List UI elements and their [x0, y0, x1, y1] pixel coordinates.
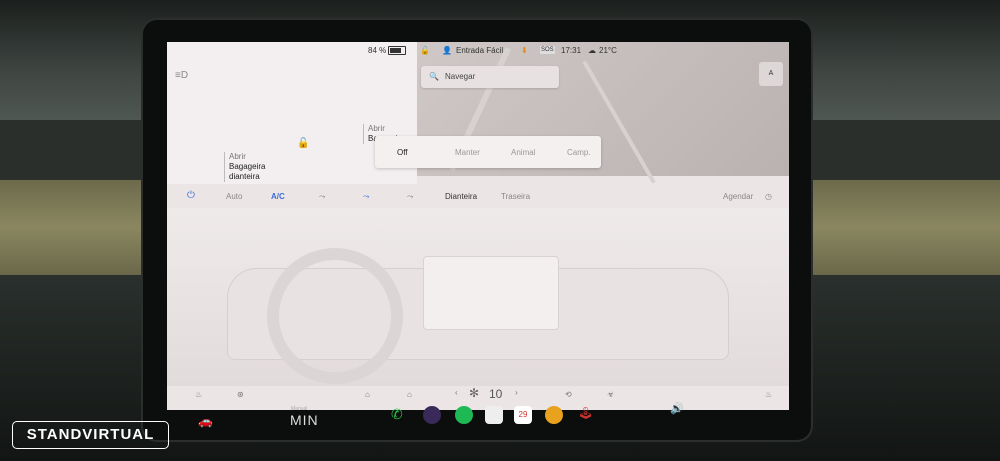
climate-keep-selector: Off Manter Animal Camp. — [375, 136, 601, 168]
power-icon[interactable]: ⏻ — [187, 190, 195, 201]
sos-icon[interactable]: SOS — [540, 46, 555, 54]
steering-heater-icon[interactable]: ⊛ — [237, 390, 244, 399]
temperature-min-display[interactable]: MIN — [290, 412, 319, 428]
download-icon[interactable]: ⬇ — [521, 46, 528, 55]
keep-off-button[interactable]: Off — [397, 148, 408, 157]
battery-percent: 84 % — [368, 46, 387, 55]
clock: 17:31 — [561, 46, 582, 55]
trunk-action: Abrir — [368, 124, 385, 133]
volume-icon[interactable]: 🔊 — [670, 402, 684, 415]
climate-bar: ⏻ Auto A/C ⤳ ⤳ ⤳ Dianteira Traseira Agen… — [167, 184, 789, 208]
bioweapon-mode-icon[interactable]: ☣ — [607, 390, 614, 399]
watermark-logo: STANDVIRTUAL — [12, 421, 169, 449]
clock-icon[interactable]: ◷ — [765, 192, 772, 201]
search-placeholder: Navegar — [445, 72, 476, 81]
airflow-feet-icon[interactable]: ⤳ — [363, 192, 369, 202]
trunk-action: Abrir — [229, 152, 246, 161]
spotify-icon[interactable] — [455, 406, 473, 424]
driver-profile[interactable]: Entrada Fácil — [456, 46, 503, 55]
fan-up-icon[interactable]: › — [515, 388, 518, 397]
fan-speed: 10 — [489, 387, 503, 401]
cabin-view — [167, 208, 789, 386]
seat-heater-right-icon[interactable]: ♨ — [765, 390, 772, 399]
joystick-icon[interactable]: 🕹 — [578, 406, 596, 424]
recirculate-icon[interactable]: ⟲ — [565, 390, 572, 399]
auto-button[interactable]: Auto — [226, 192, 242, 201]
battery-icon — [388, 46, 407, 56]
battery-status: 84 % — [368, 46, 407, 56]
lock-icon[interactable]: 🔓 — [297, 138, 309, 149]
camera-icon[interactable] — [423, 406, 441, 424]
camp-mode-button[interactable]: Camp. — [567, 148, 591, 157]
rear-tab[interactable]: Traseira — [501, 192, 530, 201]
airflow-face-icon[interactable]: ⤳ — [319, 192, 325, 202]
trunk-label: Bagageira — [229, 162, 266, 171]
rear-defrost-icon[interactable]: ⌂ — [365, 390, 370, 399]
steering-wheel-illustration — [267, 248, 403, 384]
search-icon: 🔍 — [429, 72, 439, 81]
dog-mode-button[interactable]: Animal — [511, 148, 535, 157]
seat-heater-left-icon[interactable]: ♨ — [195, 390, 202, 399]
front-trunk-button[interactable]: Abrir Bagageira dianteira — [224, 152, 265, 182]
airflow-defrost-icon[interactable]: ⤳ — [407, 192, 413, 202]
compass-button[interactable]: A — [759, 62, 783, 86]
fan-icon: ✻ — [469, 386, 480, 400]
weather-icon: ☁ — [588, 46, 596, 55]
compass-label: A — [768, 70, 774, 77]
lock-status-icon[interactable]: 🔓 — [420, 46, 430, 55]
schedule-button[interactable]: Agendar — [723, 192, 753, 201]
front-tab[interactable]: Dianteira — [445, 192, 477, 201]
calendar-icon[interactable]: 29 — [514, 406, 532, 424]
keep-climate-button[interactable]: Manter — [455, 148, 480, 157]
center-screen-illustration — [423, 256, 559, 330]
car-icon[interactable]: 🚗 — [198, 414, 213, 428]
front-defrost-icon[interactable]: ⌂ — [407, 390, 412, 399]
phone-icon[interactable]: ✆ — [391, 406, 409, 424]
fan-down-icon[interactable]: ‹ — [455, 388, 458, 397]
trunk-label-2: dianteira — [229, 172, 260, 181]
outside-temperature: 21°C — [599, 46, 617, 55]
headlight-icon[interactable]: ≡D — [175, 70, 188, 81]
toybox-icon[interactable] — [545, 406, 563, 424]
apps-icon[interactable] — [485, 406, 503, 424]
ac-button[interactable]: A/C — [271, 192, 285, 201]
profile-icon[interactable]: 👤 — [442, 46, 452, 55]
taskbar: 🚗 Manual MIN ✆ 29 🕹 🔊 — [160, 400, 800, 434]
touchscreen: ≡D Abrir Bagageira dianteira Abrir Bagag… — [167, 42, 789, 410]
navigation-search[interactable]: 🔍 Navegar — [421, 66, 559, 88]
